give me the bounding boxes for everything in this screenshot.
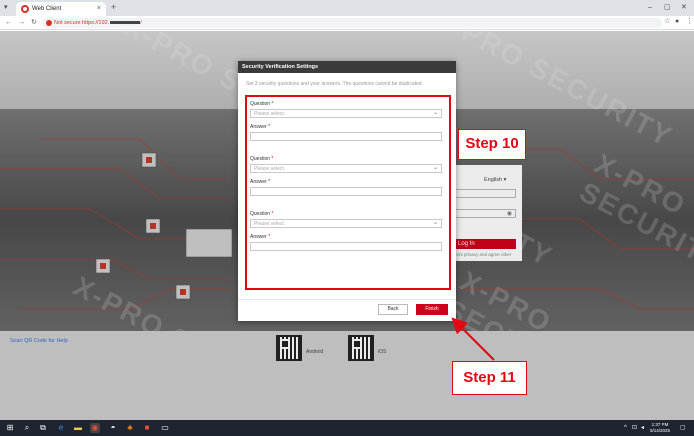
bookmark-star-icon[interactable]: ☆ <box>664 18 670 26</box>
app-icon[interactable]: ■ <box>142 423 152 433</box>
forward-arrow-icon[interactable]: → <box>18 18 25 27</box>
chrome-icon[interactable]: ◉ <box>90 423 100 433</box>
browser-tab-bar: ▾ Web Client × + – ▢ ✕ <box>0 0 694 16</box>
address-bar-row: ← → ↻ Not secure https://192. / <box>0 16 694 30</box>
modal-title: Security Verification Settings <box>242 64 319 70</box>
maximize-icon[interactable]: ▢ <box>664 3 671 12</box>
app-icon[interactable]: ◓ <box>108 423 118 433</box>
minimize-icon[interactable]: – <box>648 3 652 12</box>
volume-icon[interactable]: ◂ <box>641 424 644 432</box>
close-window-icon[interactable]: ✕ <box>681 3 687 12</box>
window-menu-icon[interactable]: ▾ <box>4 4 12 12</box>
edge-icon[interactable]: e <box>56 423 66 433</box>
file-explorer-icon[interactable]: ▬ <box>73 423 83 433</box>
browser-menu-icon[interactable]: ⋮ <box>686 18 693 26</box>
url-text: https://192. / <box>82 20 142 26</box>
reload-icon[interactable]: ↻ <box>31 18 37 27</box>
tab-title: Web Client <box>32 6 62 12</box>
step-11-callout: Step 11 <box>452 361 527 395</box>
notifications-icon[interactable]: ▢ <box>680 424 686 432</box>
search-icon[interactable]: ⌕ <box>22 423 32 433</box>
finish-button[interactable]: Finish <box>416 304 448 315</box>
step-10-callout: Step 10 <box>458 129 526 160</box>
not-secure-warning-icon <box>46 20 52 26</box>
windows-start-icon[interactable]: ⊞ <box>5 423 15 433</box>
tray-chevron-icon[interactable]: ^ <box>624 424 627 432</box>
questions-highlight-box <box>245 95 451 290</box>
new-tab-button[interactable]: + <box>111 3 116 12</box>
modal-header: Security Verification Settings <box>238 61 456 73</box>
url-omnibox[interactable]: Not secure https://192. / <box>42 18 662 28</box>
url-redacted-mask <box>110 21 141 25</box>
app-icon[interactable]: ♣ <box>125 423 135 433</box>
taskbar-clock[interactable]: 1:37 PM 5/14/2025 <box>650 422 670 434</box>
not-secure-label: Not secure <box>54 20 81 26</box>
profile-icon[interactable]: ● <box>675 18 679 26</box>
back-button[interactable]: Back <box>378 304 408 315</box>
task-view-icon[interactable]: ⧉ <box>38 423 48 433</box>
browser-tab[interactable]: Web Client × <box>16 2 106 16</box>
modal-hint: Set 3 security questions and your answer… <box>246 81 423 87</box>
back-arrow-icon[interactable]: ← <box>5 18 12 27</box>
network-icon[interactable]: ⊡ <box>632 424 637 432</box>
windows-taskbar: ⊞ ⌕ ⧉ e ▬ ◉ ◓ ♣ ■ ▭ ^ ⊡ ◂ 1:37 PM 5/14/2… <box>0 420 694 436</box>
tab-close-icon[interactable]: × <box>97 5 101 13</box>
app-icon[interactable]: ▭ <box>160 423 170 433</box>
clock-date: 5/14/2025 <box>650 428 671 433</box>
modal-footer-divider <box>238 299 456 300</box>
hikvision-favicon-icon <box>21 5 29 13</box>
